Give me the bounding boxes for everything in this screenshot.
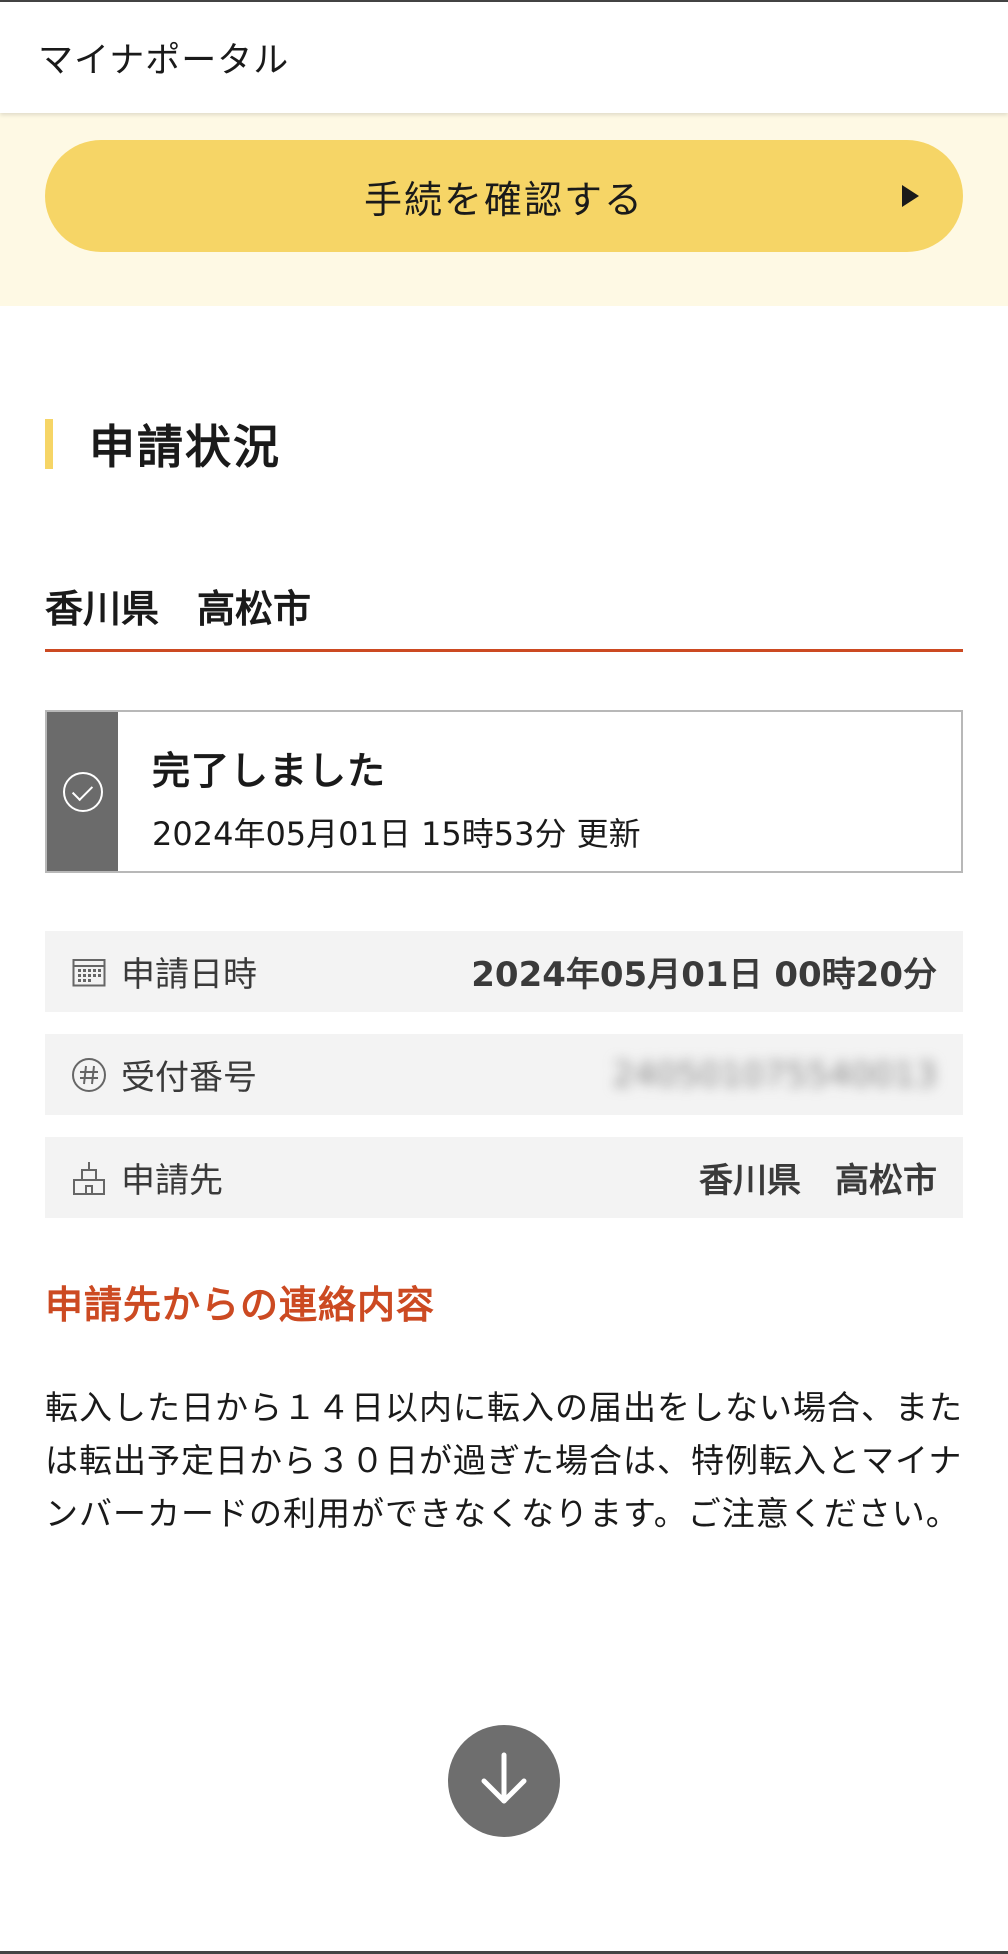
receipt-number-label: 受付番号 xyxy=(121,1058,257,1098)
hash-icon xyxy=(71,1057,107,1093)
page-title: 申請状況 xyxy=(89,420,281,474)
confirm-procedure-label: 手続を確認する xyxy=(363,177,644,222)
info-label-group: 申請先 xyxy=(71,1153,223,1202)
municipality-name: 香川県 高松市 xyxy=(45,587,312,631)
status-side-panel xyxy=(47,712,118,871)
calendar-icon xyxy=(71,954,107,990)
info-label-group: 受付番号 xyxy=(71,1050,257,1099)
destination-value: 香川県 高松市 xyxy=(699,1161,937,1201)
app-header: マイナポータル xyxy=(0,2,1008,113)
info-row-destination: 申請先 香川県 高松市 xyxy=(45,1137,963,1218)
contact-message: 転入した日から１４日以内に転入の届出をしない場合、または転出予定日から３０日が過… xyxy=(45,1388,963,1533)
confirm-procedure-button[interactable]: 手続を確認する xyxy=(45,140,963,252)
receipt-number-value: 240501075540013 xyxy=(612,1054,937,1095)
play-icon xyxy=(902,185,919,207)
application-date-value: 2024年05月01日 00時20分 xyxy=(471,955,937,995)
status-body: 完了しました 2024年05月01日 15時53分 更新 xyxy=(118,712,641,871)
status-title: 完了しました xyxy=(152,749,387,793)
action-band: 手続を確認する xyxy=(0,113,1008,306)
status-card: 完了しました 2024年05月01日 15時53分 更新 xyxy=(45,710,963,873)
destination-label: 申請先 xyxy=(121,1161,223,1201)
main-content: 申請状況 香川県 高松市 完了しました 2024年05月01日 15時53分 更… xyxy=(0,418,1008,1540)
application-date-label: 申請日時 xyxy=(121,955,257,995)
info-label-group: 申請日時 xyxy=(71,947,257,996)
status-updated-time: 2024年05月01日 15時53分 更新 xyxy=(152,815,641,853)
app-title: マイナポータル xyxy=(38,41,290,81)
heading-accent-bar xyxy=(45,419,53,469)
building-icon xyxy=(71,1160,107,1196)
scroll-down-button[interactable] xyxy=(448,1725,560,1837)
section-heading: 申請状況 xyxy=(45,418,963,474)
arrow-down-icon xyxy=(472,1747,536,1815)
info-row-application-date: 申請日時 2024年05月01日 00時20分 xyxy=(45,931,963,1012)
info-row-receipt-number: 受付番号 240501075540013 xyxy=(45,1034,963,1115)
contact-heading: 申請先からの連絡内容 xyxy=(45,1283,436,1327)
check-circle-icon xyxy=(62,771,103,812)
page: マイナポータル 手続を確認する 申請状況 香川県 高松市 完了しました 2024… xyxy=(0,0,1008,1954)
municipality-header: 香川県 高松市 xyxy=(45,578,963,652)
